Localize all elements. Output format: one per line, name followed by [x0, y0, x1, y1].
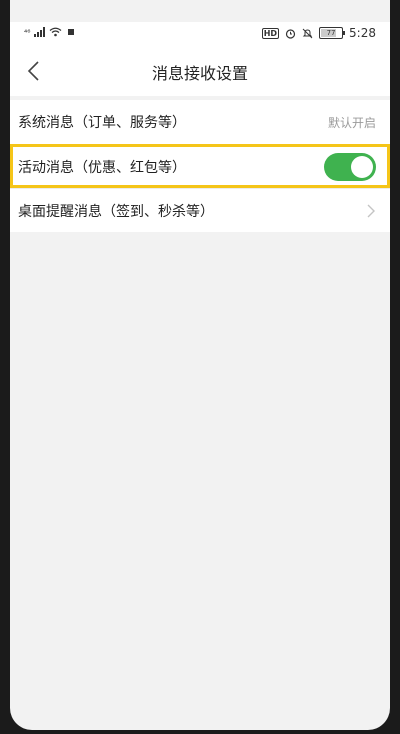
- hd-badge: HD: [261, 27, 280, 39]
- alarm-icon: [285, 28, 296, 39]
- setting-label: 桌面提醒消息（签到、秒杀等）: [18, 203, 214, 220]
- network-type-label: ⁴⁶: [24, 27, 31, 37]
- battery-icon: 77: [319, 27, 346, 39]
- setting-row-activity-messages: 活动消息（优惠、红包等）: [10, 144, 390, 188]
- page-title: 消息接收设置: [151, 64, 248, 83]
- setting-value: 默认开启: [327, 115, 376, 130]
- app-header: 消息接收设置: [10, 46, 390, 96]
- battery-level: 77: [326, 29, 336, 37]
- setting-label: 活动消息（优惠、红包等）: [18, 159, 186, 176]
- signal-icon: [34, 27, 46, 37]
- status-left: ⁴⁶: [24, 27, 75, 37]
- wifi-icon: [50, 27, 62, 37]
- setting-label: 系统消息（订单、服务等）: [18, 115, 186, 131]
- notification-square-icon: [68, 29, 75, 35]
- status-bar: ⁴⁶ HD 77 5:28: [10, 22, 390, 46]
- chevron-right-icon: [367, 204, 375, 217]
- activity-messages-toggle[interactable]: [324, 152, 376, 181]
- status-right: HD 77 5:28: [261, 26, 376, 40]
- settings-list: 系统消息（订单、服务等） 默认开启 活动消息（优惠、红包等） 桌面提醒消息（签到…: [10, 100, 390, 232]
- status-time: 5:28: [349, 26, 376, 40]
- silent-icon: [302, 28, 313, 38]
- toggle-knob: [351, 155, 373, 178]
- setting-row-system-messages[interactable]: 系统消息（订单、服务等） 默认开启: [10, 100, 390, 144]
- setting-row-desktop-reminders[interactable]: 桌面提醒消息（签到、秒杀等）: [10, 188, 390, 232]
- phone-screen: ⁴⁶ HD 77 5:28 消息接收设置 系统消息（订单、服务等） 默认开启 活…: [10, 0, 390, 730]
